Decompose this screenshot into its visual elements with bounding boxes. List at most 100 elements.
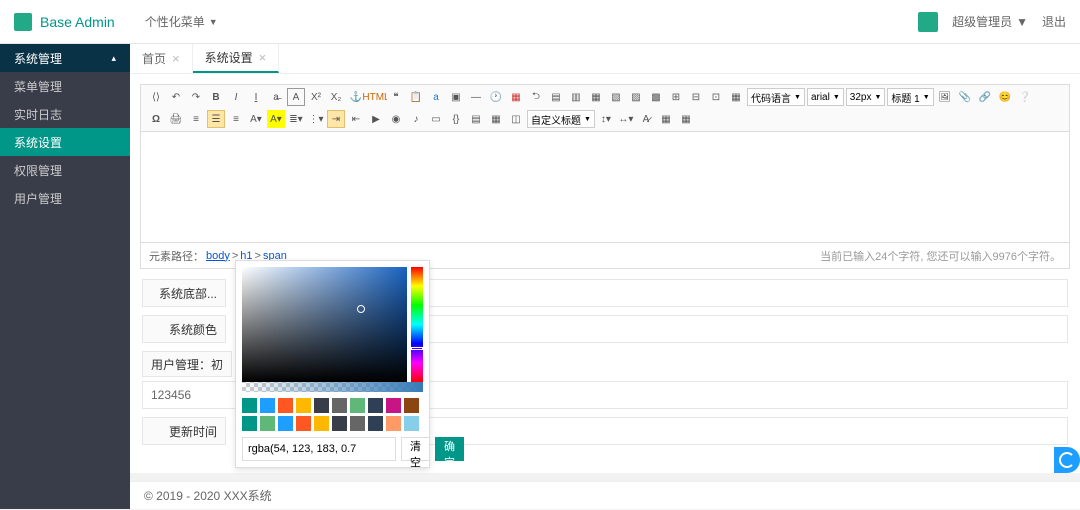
template-icon[interactable]: ▤	[467, 110, 485, 128]
sidebar-item-permission[interactable]: 权限管理	[0, 156, 130, 184]
deltable-icon[interactable]: ▦	[727, 88, 745, 106]
superscript-icon[interactable]: X²	[307, 88, 325, 106]
user-avatar[interactable]	[918, 12, 938, 32]
time-icon[interactable]: 🕐	[487, 88, 505, 106]
logout-link[interactable]: 退出	[1042, 13, 1066, 30]
print-icon[interactable]: 🖨	[167, 110, 185, 128]
music-icon[interactable]: ♪	[407, 110, 425, 128]
bold-icon[interactable]: B	[207, 88, 225, 106]
customheading-select[interactable]: 自定义标题▼	[527, 110, 595, 128]
img-icon[interactable]: 🖼	[936, 88, 954, 106]
swatch[interactable]	[332, 416, 347, 431]
ok-button[interactable]: 确定	[435, 437, 464, 461]
close-icon[interactable]: ×	[172, 51, 180, 66]
date-icon[interactable]: ▦	[507, 88, 525, 106]
undo-icon[interactable]: ↶	[167, 88, 185, 106]
font-select[interactable]: arial▼	[807, 88, 844, 106]
close-icon[interactable]: ×	[259, 50, 267, 65]
swatch[interactable]	[368, 398, 383, 413]
swatch[interactable]	[404, 416, 419, 431]
swatch[interactable]	[242, 416, 257, 431]
codelang-select[interactable]: 代码语言▼	[747, 88, 805, 106]
sidebar-header-system[interactable]: 系统管理 ▴	[0, 44, 130, 72]
unlink-icon[interactable]: ⮌	[527, 88, 545, 106]
clearformat-icon[interactable]: A̷	[637, 110, 655, 128]
align-left-icon[interactable]: ≡	[187, 110, 205, 128]
feedback-fab[interactable]	[1054, 447, 1080, 473]
hue-slider[interactable]	[411, 267, 423, 382]
fontborder-icon[interactable]: A	[287, 88, 305, 106]
swatch[interactable]	[260, 416, 275, 431]
swatch[interactable]	[404, 398, 419, 413]
tab-settings[interactable]: 系统设置×	[193, 44, 280, 73]
attach-icon[interactable]: 📎	[956, 88, 974, 106]
swatch[interactable]	[350, 398, 365, 413]
italic-icon[interactable]: I	[227, 88, 245, 106]
letterspacing-icon[interactable]: ↔▾	[617, 110, 635, 128]
pasteplain-icon[interactable]: 📋	[407, 88, 425, 106]
backcolor-icon[interactable]: A▾	[267, 110, 285, 128]
html-icon[interactable]: HTML	[367, 88, 385, 106]
splitcol-icon[interactable]: ⊡	[707, 88, 725, 106]
mergedown-icon[interactable]: ▧	[607, 88, 625, 106]
forecolor-icon[interactable]: A▾	[247, 110, 265, 128]
symbol-icon[interactable]: Ω	[147, 110, 165, 128]
subscript-icon[interactable]: X₂	[327, 88, 345, 106]
quote-icon[interactable]: ❝	[387, 88, 405, 106]
delrow-icon[interactable]: ▨	[627, 88, 645, 106]
sidebar-item-menu[interactable]: 菜单管理	[0, 72, 130, 100]
insertrow-icon[interactable]: ▤	[547, 88, 565, 106]
insertcol-icon[interactable]: ▥	[567, 88, 585, 106]
bg-icon[interactable]: ◫	[507, 110, 525, 128]
swatch[interactable]	[314, 416, 329, 431]
swatch[interactable]	[260, 398, 275, 413]
swatch[interactable]	[278, 398, 293, 413]
clear-button[interactable]: 清空	[401, 437, 430, 461]
word-icon[interactable]: a	[427, 88, 445, 106]
sidebar-item-log[interactable]: 实时日志	[0, 100, 130, 128]
redo-icon[interactable]: ↷	[187, 88, 205, 106]
outdent-icon[interactable]: ⇤	[347, 110, 365, 128]
align-center-icon[interactable]: ☰	[207, 110, 225, 128]
swatch[interactable]	[314, 398, 329, 413]
fontsize-select[interactable]: 32px▼	[846, 88, 886, 106]
sidebar-item-settings[interactable]: 系统设置	[0, 128, 130, 156]
source-icon[interactable]: ⟨⟩	[147, 88, 165, 106]
editor-body[interactable]	[141, 132, 1069, 242]
hue-cursor[interactable]	[411, 347, 423, 350]
video-icon[interactable]: ▶	[367, 110, 385, 128]
ul-icon[interactable]: ⋮▾	[307, 110, 325, 128]
swatch[interactable]	[296, 398, 311, 413]
sv-cursor[interactable]	[357, 305, 365, 313]
chart-icon[interactable]: ▦	[677, 110, 695, 128]
hr-icon[interactable]: —	[467, 88, 485, 106]
page-icon[interactable]: ▦	[487, 110, 505, 128]
swatch[interactable]	[368, 416, 383, 431]
splitcell-icon[interactable]: ⊞	[667, 88, 685, 106]
swatch[interactable]	[242, 398, 257, 413]
selectall-icon[interactable]: ▣	[447, 88, 465, 106]
help-icon[interactable]: ❔	[1016, 88, 1034, 106]
swatch[interactable]	[332, 398, 347, 413]
tab-home[interactable]: 首页×	[130, 44, 193, 73]
splitrow-icon[interactable]: ⊟	[687, 88, 705, 106]
frame-icon[interactable]: ▭	[427, 110, 445, 128]
table-icon[interactable]: ▦	[657, 110, 675, 128]
indent-icon[interactable]: ⇥	[327, 110, 345, 128]
ol-icon[interactable]: ≣▾	[287, 110, 305, 128]
swatch[interactable]	[386, 398, 401, 413]
align-right-icon[interactable]: ≡	[227, 110, 245, 128]
code-icon[interactable]: {}	[447, 110, 465, 128]
delcol-icon[interactable]: ▩	[647, 88, 665, 106]
link-icon[interactable]: 🔗	[976, 88, 994, 106]
sv-panel[interactable]	[242, 267, 407, 382]
swatch[interactable]	[386, 416, 401, 431]
mergeright-icon[interactable]: ▦	[587, 88, 605, 106]
color-value-input[interactable]	[242, 437, 396, 461]
map-icon[interactable]: ◉	[387, 110, 405, 128]
heading-select[interactable]: 标题 1▼	[887, 88, 933, 106]
user-dropdown[interactable]: 超级管理员 ▼	[952, 13, 1028, 30]
emoji-icon[interactable]: 😊	[996, 88, 1014, 106]
swatch[interactable]	[350, 416, 365, 431]
strikethrough-icon[interactable]: a̶	[267, 88, 285, 106]
